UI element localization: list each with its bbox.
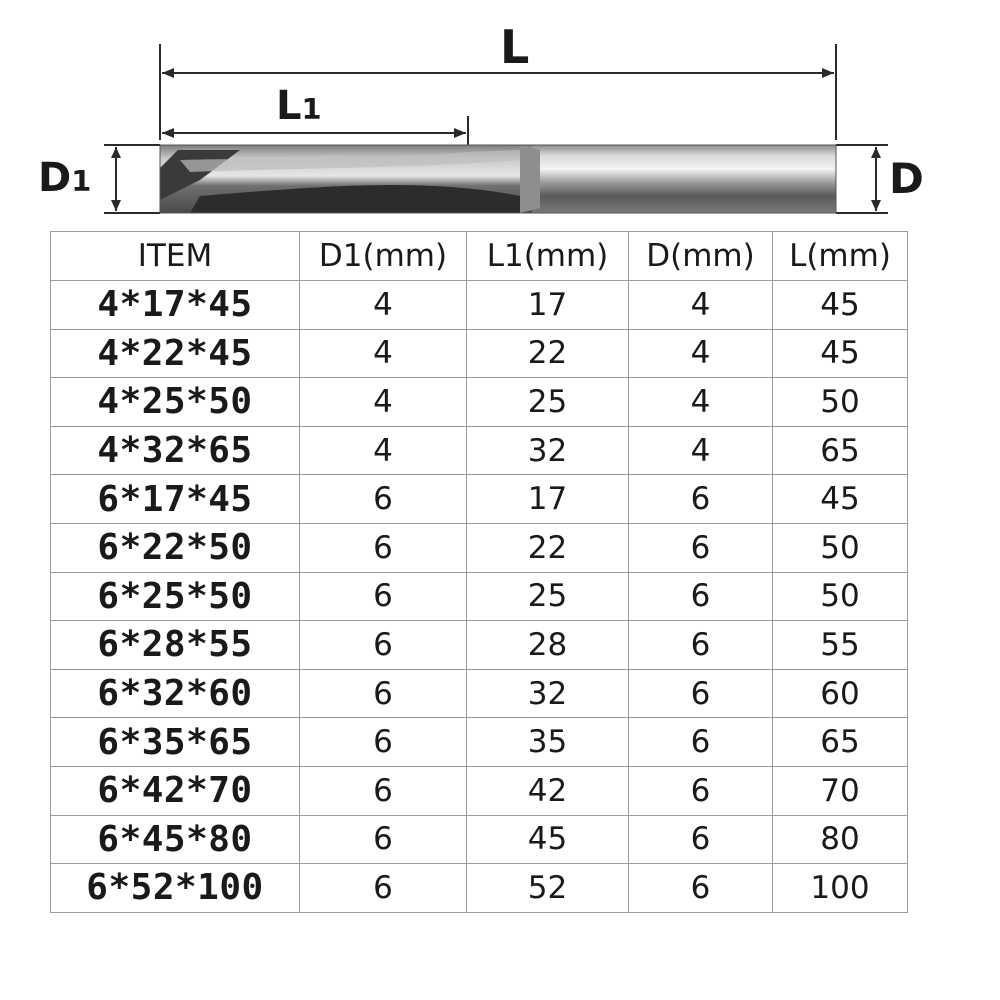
cell-l1: 25 bbox=[466, 571, 629, 622]
cell-d: 6 bbox=[628, 717, 773, 767]
cell-d1: 4 bbox=[299, 328, 467, 379]
cell-d1: 4 bbox=[299, 377, 467, 427]
cell-d1: 4 bbox=[299, 425, 467, 476]
cell-item: 6*25*50 bbox=[50, 571, 300, 622]
table-row: 6*22*50 6 22 6 50 bbox=[50, 522, 908, 573]
table-row: 6*25*50 6 25 6 50 bbox=[50, 571, 908, 622]
cell-item: 6*22*50 bbox=[50, 522, 300, 573]
label-L1: L1 bbox=[276, 83, 322, 129]
table-row: 6*45*80 6 45 6 80 bbox=[50, 814, 908, 865]
cell-d1: 6 bbox=[299, 814, 467, 865]
label-L: L bbox=[500, 20, 530, 74]
cell-l1: 35 bbox=[466, 717, 629, 767]
dimension-line-L bbox=[159, 44, 837, 140]
cell-item: 6*52*100 bbox=[50, 863, 300, 913]
cell-d1: 6 bbox=[299, 620, 467, 670]
cell-d: 4 bbox=[628, 377, 773, 427]
cell-l: 65 bbox=[772, 425, 908, 476]
cell-d: 6 bbox=[628, 474, 773, 524]
cell-l: 70 bbox=[772, 765, 908, 816]
table-row: 6*32*60 6 32 6 60 bbox=[50, 668, 908, 719]
cell-l: 65 bbox=[772, 717, 908, 767]
table-body: 4*17*45 4 17 4 45 4*22*45 4 22 4 45 4*25*50 4 25 4 50 4… bbox=[50, 280, 908, 913]
cell-l: 60 bbox=[772, 668, 908, 719]
cell-l: 55 bbox=[772, 620, 908, 670]
cell-l1: 25 bbox=[466, 377, 629, 427]
header-l: L(mm) bbox=[772, 231, 908, 281]
cell-l: 45 bbox=[772, 280, 908, 330]
cell-l1: 17 bbox=[466, 280, 629, 330]
cell-l: 50 bbox=[772, 522, 908, 573]
table-header-row: ITEM D1(mm) L1(mm) D(mm) L(mm) bbox=[50, 231, 908, 281]
cell-l1: 22 bbox=[466, 522, 629, 573]
table-row: 6*28*55 6 28 6 55 bbox=[50, 620, 908, 670]
header-item: ITEM bbox=[50, 231, 300, 281]
cell-item: 6*32*60 bbox=[50, 668, 300, 719]
cell-l1: 32 bbox=[466, 668, 629, 719]
cell-d1: 6 bbox=[299, 717, 467, 767]
cell-item: 4*22*45 bbox=[50, 328, 300, 379]
table-row: 6*17*45 6 17 6 45 bbox=[50, 474, 908, 524]
dimension-line-D bbox=[836, 144, 888, 214]
cell-l: 50 bbox=[772, 377, 908, 427]
dimension-drawing: L L1 D1 D bbox=[0, 0, 1000, 230]
specification-table: ITEM D1(mm) L1(mm) D(mm) L(mm) 4*17*45 4 1… bbox=[50, 231, 908, 913]
cell-item: 4*25*50 bbox=[50, 377, 300, 427]
table-row: 4*17*45 4 17 4 45 bbox=[50, 280, 908, 330]
cell-l: 45 bbox=[772, 328, 908, 379]
cell-d: 6 bbox=[628, 863, 773, 913]
cell-l: 45 bbox=[772, 474, 908, 524]
router-bit-image bbox=[159, 144, 837, 214]
table-row: 6*42*70 6 42 6 70 bbox=[50, 765, 908, 816]
cell-d: 4 bbox=[628, 425, 773, 476]
cell-l: 50 bbox=[772, 571, 908, 622]
header-l1: L1(mm) bbox=[466, 231, 629, 281]
header-d1: D1(mm) bbox=[299, 231, 467, 281]
cell-d1: 4 bbox=[299, 280, 467, 330]
cell-d: 6 bbox=[628, 668, 773, 719]
cell-item: 6*35*65 bbox=[50, 717, 300, 767]
cell-l1: 52 bbox=[466, 863, 629, 913]
cell-l1: 17 bbox=[466, 474, 629, 524]
cell-l1: 22 bbox=[466, 328, 629, 379]
table-row: 6*35*65 6 35 6 65 bbox=[50, 717, 908, 767]
cell-d: 4 bbox=[628, 280, 773, 330]
cell-d1: 6 bbox=[299, 522, 467, 573]
cell-d: 6 bbox=[628, 620, 773, 670]
cell-item: 6*45*80 bbox=[50, 814, 300, 865]
table-row: 4*25*50 4 25 4 50 bbox=[50, 377, 908, 427]
cell-d: 6 bbox=[628, 571, 773, 622]
cell-l: 100 bbox=[772, 863, 908, 913]
cell-l1: 28 bbox=[466, 620, 629, 670]
cell-d1: 6 bbox=[299, 765, 467, 816]
cell-d1: 6 bbox=[299, 571, 467, 622]
cell-d: 4 bbox=[628, 328, 773, 379]
cell-item: 6*17*45 bbox=[50, 474, 300, 524]
label-D: D bbox=[889, 154, 924, 203]
table-row: 4*22*45 4 22 4 45 bbox=[50, 328, 908, 379]
cell-d: 6 bbox=[628, 765, 773, 816]
cell-d: 6 bbox=[628, 522, 773, 573]
cell-l: 80 bbox=[772, 814, 908, 865]
cell-item: 4*17*45 bbox=[50, 280, 300, 330]
header-d: D(mm) bbox=[628, 231, 773, 281]
cell-d1: 6 bbox=[299, 474, 467, 524]
cell-d: 6 bbox=[628, 814, 773, 865]
label-D1: D1 bbox=[38, 155, 92, 201]
cell-l1: 32 bbox=[466, 425, 629, 476]
cell-l1: 45 bbox=[466, 814, 629, 865]
cell-d1: 6 bbox=[299, 863, 467, 913]
cell-item: 6*42*70 bbox=[50, 765, 300, 816]
cell-item: 4*32*65 bbox=[50, 425, 300, 476]
cell-item: 6*28*55 bbox=[50, 620, 300, 670]
table-row: 6*52*100 6 52 6 100 bbox=[50, 863, 908, 913]
dimension-line-D1 bbox=[104, 144, 160, 214]
cell-l1: 42 bbox=[466, 765, 629, 816]
table-row: 4*32*65 4 32 4 65 bbox=[50, 425, 908, 476]
cell-d1: 6 bbox=[299, 668, 467, 719]
